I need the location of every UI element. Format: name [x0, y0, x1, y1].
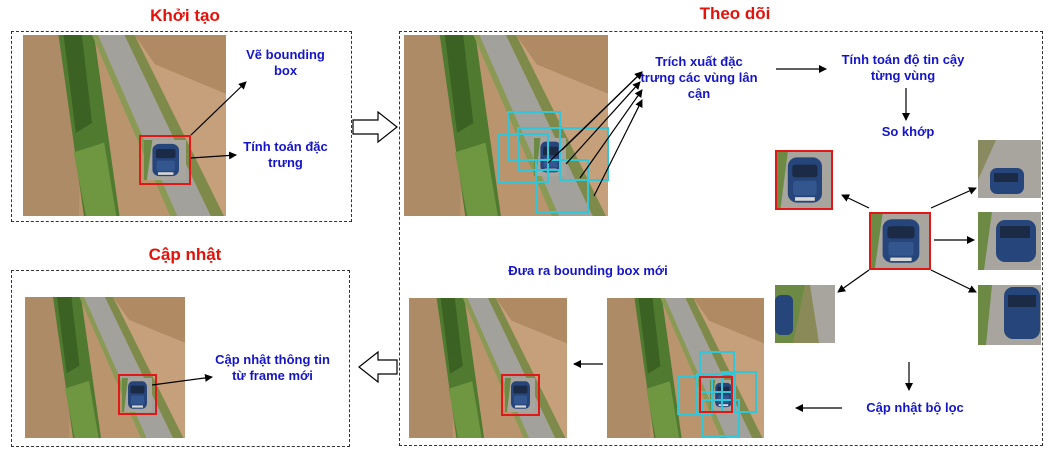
tracking-car	[534, 138, 566, 176]
match-patch-right-2	[978, 212, 1041, 270]
matching-label: So khớp	[881, 124, 935, 139]
extract-features-label: Trích xuất đặc trưng các vùng lân cận	[640, 54, 758, 101]
init-draw-bbox-label: Vẽ bounding box	[246, 47, 325, 78]
compute-confidence-label: Tính toán độ tin cậy từng vùng	[841, 52, 965, 83]
output-image	[409, 298, 567, 438]
update-image	[25, 297, 185, 438]
output-bbox-label: Đưa ra bounding box mới	[508, 263, 668, 278]
match-center-patch	[869, 212, 931, 270]
tracking-title: Theo dõi	[699, 4, 771, 23]
init-to-tracking-arrow	[352, 110, 398, 144]
update-info-label: Cập nhật thông tin từ frame mới	[215, 352, 330, 383]
update-bounding-box	[118, 374, 157, 415]
init-title: Khởi tạo	[150, 6, 220, 25]
update-title: Cập nhật	[148, 245, 222, 264]
filtered-image	[607, 298, 764, 438]
update-filter-label: Cập nhật bộ lọc	[866, 400, 964, 415]
init-compute-features-label: Tính toán đặc trưng	[243, 139, 328, 170]
init-bounding-box	[139, 135, 191, 185]
output-bounding-box	[501, 374, 540, 416]
init-image	[23, 35, 226, 216]
match-patch-right-3	[978, 285, 1041, 345]
match-patch-top-left	[775, 150, 833, 210]
filtered-car	[710, 380, 736, 410]
match-patch-right-1	[978, 140, 1041, 198]
tracking-image	[404, 35, 608, 216]
tracking-to-update-arrow	[358, 350, 398, 384]
match-patch-bottom-left	[775, 285, 835, 343]
